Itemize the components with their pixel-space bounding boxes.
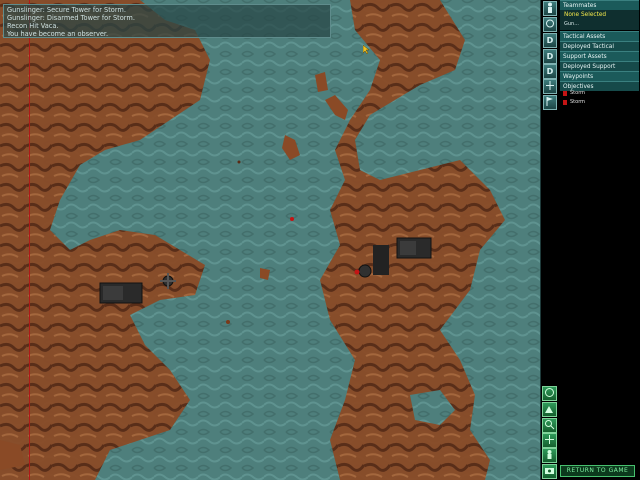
move-icon (545, 435, 554, 444)
return-to-game-button[interactable]: RETURN TO GAME (560, 465, 635, 477)
flag-icon (546, 97, 553, 106)
map-terrain-button[interactable] (542, 402, 557, 417)
deploy-support-button-1[interactable]: D (543, 49, 557, 64)
objective-item[interactable]: Storm (560, 89, 639, 98)
chat-line: Gunslinger: Disarmed Tower for Storm. (7, 14, 135, 22)
waypoint-button[interactable] (543, 79, 557, 94)
chat-log: Gunslinger: Secure Tower for Storm. Guns… (3, 4, 331, 38)
pan-button[interactable] (542, 433, 557, 448)
orbit-button[interactable] (543, 17, 557, 32)
tab-deployed-support[interactable]: Deployed Support (560, 61, 639, 71)
chat-line: Gunslinger: Secure Tower for Storm. (7, 6, 126, 14)
selection-status: None Selected (564, 12, 607, 18)
teammates-button[interactable] (543, 1, 557, 16)
objective-item[interactable]: Storm (560, 98, 639, 107)
tactical-map[interactable] (0, 0, 558, 480)
terrain-layer (0, 0, 558, 480)
objective-marker-icon (563, 91, 567, 96)
tab-teammates[interactable]: Teammates (560, 0, 639, 10)
tab-tactical-assets[interactable]: Tactical Assets (560, 31, 639, 41)
map-center-button[interactable] (542, 386, 557, 401)
deploy-support-button-2[interactable]: D (543, 64, 557, 79)
tab-support-assets[interactable]: Support Assets (560, 51, 639, 61)
soldier-icon (548, 2, 552, 13)
mountain-icon (545, 406, 553, 413)
objectives-list: Storm Storm (560, 89, 639, 113)
tab-deployed-tactical[interactable]: Deployed Tactical (560, 41, 639, 51)
teammate-entry[interactable]: Gun... (564, 21, 579, 27)
unit-button[interactable] (542, 448, 557, 463)
mouse-cursor-icon (363, 45, 370, 55)
target-icon (546, 19, 554, 28)
magnifier-icon (545, 420, 555, 430)
soldier-icon (547, 450, 552, 459)
camera-button[interactable] (542, 464, 557, 479)
chat-line: Recon Hit Vaca. (7, 22, 59, 30)
teammates-panel: None Selected Gun... (560, 10, 639, 30)
chat-line: You have become an observer. (7, 30, 109, 38)
objective-marker-icon (563, 100, 567, 105)
deploy-tactical-button[interactable]: D (543, 33, 557, 48)
zoom-button[interactable] (542, 418, 557, 433)
camera-icon (545, 468, 554, 474)
game-screen: Gunslinger: Secure Tower for Storm. Guns… (0, 0, 640, 480)
tab-waypoints[interactable]: Waypoints (560, 71, 639, 81)
objectives-button[interactable] (543, 95, 557, 110)
map-boundary-line (29, 0, 30, 480)
compass-icon (545, 388, 554, 397)
crosshair-icon (546, 81, 554, 90)
